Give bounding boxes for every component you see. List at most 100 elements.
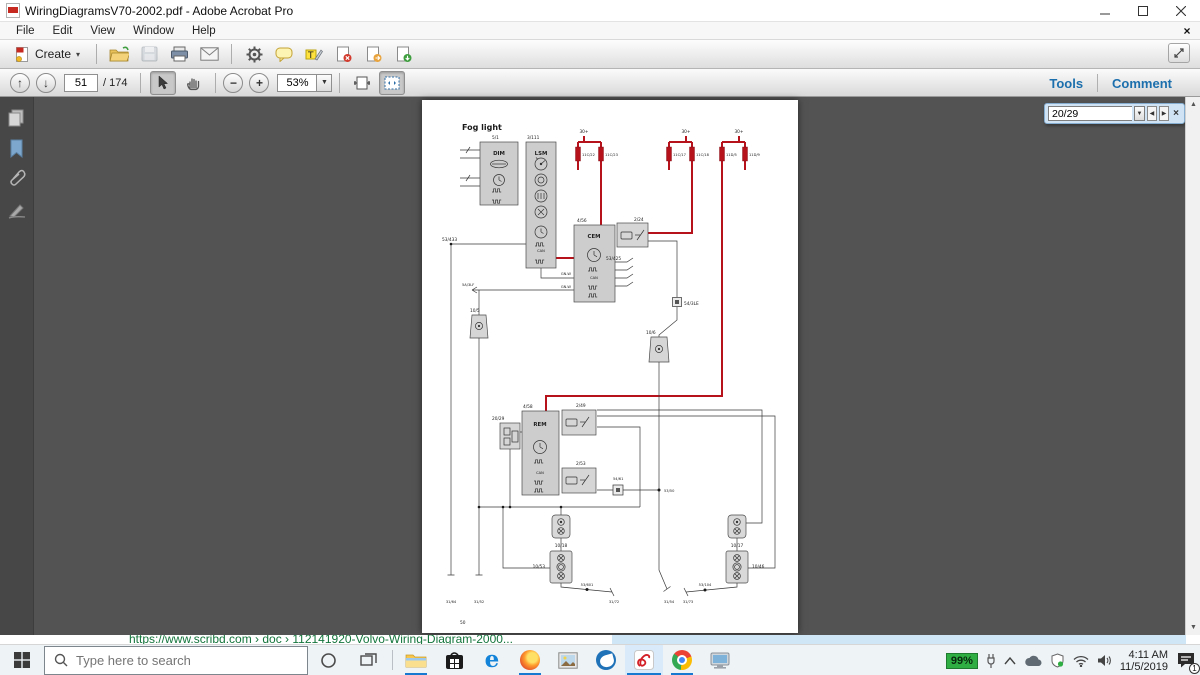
find-input[interactable] xyxy=(1048,106,1132,121)
fit-page-button[interactable] xyxy=(379,71,405,95)
email-button[interactable] xyxy=(196,42,222,66)
search-icon xyxy=(54,653,68,667)
menu-edit[interactable]: Edit xyxy=(45,24,81,38)
onedrive-icon[interactable] xyxy=(1024,655,1042,667)
taskbar-thunderbird[interactable] xyxy=(587,645,625,675)
page-number-input[interactable] xyxy=(64,74,98,92)
window-title: WiringDiagramsV70-2002.pdf - Adobe Acrob… xyxy=(25,4,293,18)
power-plug-icon[interactable] xyxy=(986,653,996,669)
taskbar-messaging-app[interactable] xyxy=(701,645,739,675)
page-thumbnails-icon[interactable] xyxy=(8,109,27,128)
find-caret-icon[interactable]: ▼ xyxy=(1134,106,1145,121)
taskbar-firefox[interactable] xyxy=(511,645,549,675)
open-file-button[interactable] xyxy=(106,42,132,66)
taskbar-image-viewer[interactable] xyxy=(549,645,587,675)
tools-panel-link[interactable]: Tools xyxy=(1035,76,1097,91)
wifi-icon[interactable] xyxy=(1073,655,1089,667)
diagram-label: 11C/22 xyxy=(582,153,595,157)
bookmarks-icon[interactable] xyxy=(8,139,27,158)
tray-chevron-icon[interactable] xyxy=(1004,657,1016,665)
zoom-in-button[interactable]: + xyxy=(249,73,269,93)
taskbar-clock[interactable]: 4:11 AM 11/5/2019 xyxy=(1120,649,1168,673)
zoom-level-value[interactable]: 53% xyxy=(277,74,317,92)
thunderbird-icon xyxy=(596,650,616,670)
attachments-icon[interactable] xyxy=(8,169,27,188)
highlight-text-button[interactable]: T xyxy=(301,42,327,66)
diagram-label: CAN xyxy=(536,471,544,475)
create-button[interactable]: Create ▾ xyxy=(8,42,87,66)
diagram-label: DIM xyxy=(493,151,505,157)
diagram-label: 31/73 xyxy=(683,600,693,604)
diagram-label: 10/46 xyxy=(752,564,765,570)
save-button[interactable] xyxy=(136,42,162,66)
volume-icon[interactable] xyxy=(1097,654,1112,667)
taskbar-file-explorer[interactable] xyxy=(397,645,435,675)
find-previous-button[interactable]: ◀ xyxy=(1147,106,1157,121)
zoom-out-button[interactable]: − xyxy=(223,73,243,93)
taskbar-edge[interactable]: e xyxy=(473,645,511,675)
taskbar-acrobat[interactable] xyxy=(625,645,663,675)
preferences-button[interactable] xyxy=(241,42,267,66)
menu-file[interactable]: File xyxy=(8,24,43,38)
diagram-label: 10/6 xyxy=(646,330,656,336)
diagram-label: 20/29 xyxy=(492,416,505,422)
background-window-strip: https://www.scribd.com › doc › 112141920… xyxy=(0,635,1200,644)
background-highlight xyxy=(612,635,1186,644)
taskbar-microsoft-store[interactable] xyxy=(435,645,473,675)
menu-view[interactable]: View xyxy=(82,24,123,38)
find-close-button[interactable]: × xyxy=(1171,108,1181,119)
battery-percent-badge[interactable]: 99% xyxy=(946,653,978,669)
diagram-label: 30+ xyxy=(681,129,690,135)
comment-bubble-button[interactable] xyxy=(271,42,297,66)
taskbar-search-input[interactable] xyxy=(76,653,276,668)
delete-pages-button[interactable] xyxy=(331,42,357,66)
diagram-label: 11C/17 xyxy=(673,153,686,157)
security-shield-icon[interactable] xyxy=(1050,653,1065,668)
notification-count-badge: 1 xyxy=(1189,663,1200,674)
signatures-icon[interactable] xyxy=(8,201,27,220)
scrolling-mode-button[interactable] xyxy=(349,71,375,95)
diagram-label: 31/72 xyxy=(609,600,619,604)
scroll-down-icon[interactable]: ▼ xyxy=(1186,620,1200,635)
system-tray: 99% 4:11 AM 11/5/2019 1 xyxy=(946,645,1196,675)
svg-text:T: T xyxy=(307,51,314,61)
comment-panel-link[interactable]: Comment xyxy=(1098,76,1186,91)
taskbar-search-box[interactable] xyxy=(44,646,308,675)
previous-page-button[interactable]: ↑ xyxy=(10,73,30,93)
pdf-page[interactable]: Fog light5/1DIM3/111LSM30+30+30+11C/2211… xyxy=(422,100,798,633)
acrobat-app-icon xyxy=(6,3,20,18)
navigation-toolbar: ↑ ↓ / 174 − + 53% ▼ Tools Comment xyxy=(0,69,1200,97)
highlighter-icon: T xyxy=(305,47,323,62)
task-view-button[interactable] xyxy=(348,645,388,675)
menu-window[interactable]: Window xyxy=(125,24,182,38)
diagram-label: 4/56 xyxy=(577,218,587,224)
taskbar: e 99% xyxy=(0,644,1200,675)
create-caret-icon: ▾ xyxy=(76,50,80,59)
hand-tool-button[interactable] xyxy=(180,71,206,95)
minimize-button[interactable] xyxy=(1086,0,1124,22)
menu-bar: File Edit View Window Help × xyxy=(0,22,1200,40)
menu-help[interactable]: Help xyxy=(184,24,224,38)
selection-tool-button[interactable] xyxy=(150,71,176,95)
next-page-button[interactable]: ↓ xyxy=(36,73,56,93)
print-button[interactable] xyxy=(166,42,192,66)
diagram-components xyxy=(470,142,748,583)
start-button[interactable] xyxy=(0,645,44,675)
customize-toolbar-button[interactable] xyxy=(1168,43,1190,63)
export-pdf-button[interactable] xyxy=(361,42,387,66)
maximize-button[interactable] xyxy=(1124,0,1162,22)
vertical-scrollbar[interactable]: ▲ ▼ xyxy=(1185,97,1200,635)
find-next-button[interactable]: ▶ xyxy=(1159,106,1169,121)
close-button[interactable] xyxy=(1162,0,1200,22)
taskbar-chrome[interactable] xyxy=(663,645,701,675)
diagram-label: 53/104 xyxy=(699,583,712,587)
save-as-other-button[interactable] xyxy=(391,42,417,66)
action-center-button[interactable]: 1 xyxy=(1176,651,1196,671)
zoom-caret-icon[interactable]: ▼ xyxy=(317,74,332,92)
close-document-icon[interactable]: × xyxy=(1180,24,1194,38)
windows-logo-icon xyxy=(14,652,30,668)
scroll-up-icon[interactable]: ▲ xyxy=(1186,97,1200,112)
cortana-button[interactable] xyxy=(308,645,348,675)
diagram-label: LSM xyxy=(535,151,548,157)
diagram-label: 53/425 xyxy=(606,256,621,262)
